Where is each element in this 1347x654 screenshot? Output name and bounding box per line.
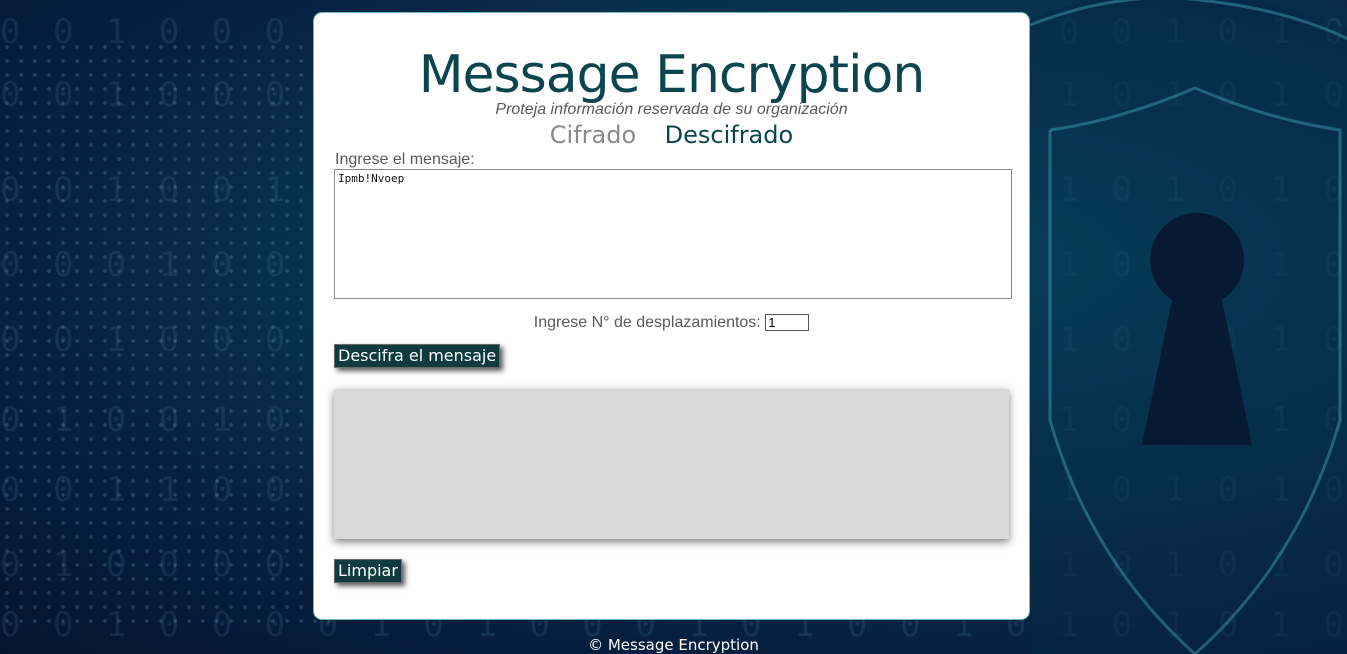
mode-tabs: Cifrado Descifrado bbox=[314, 121, 1029, 149]
page-subtitle: Proteja información reservada de su orga… bbox=[495, 101, 848, 118]
result-output bbox=[334, 389, 1009, 539]
shield-keyhole-icon bbox=[1029, 0, 1347, 654]
clear-button[interactable]: Limpiar bbox=[334, 559, 402, 583]
shift-row: Ingrese N° de desplazamientos: bbox=[314, 314, 1029, 332]
page-title: Message Encryption bbox=[418, 45, 926, 105]
tab-cifrado[interactable]: Cifrado bbox=[550, 121, 636, 149]
shift-input[interactable] bbox=[765, 314, 810, 332]
message-label: Ingrese el mensaje: bbox=[335, 151, 475, 168]
decrypt-button[interactable]: Descifra el mensaje bbox=[334, 344, 501, 368]
main-card: Message Encryption Proteja información r… bbox=[314, 13, 1029, 619]
footer-copyright: © Message Encryption bbox=[588, 636, 759, 654]
tab-descifrado[interactable]: Descifrado bbox=[665, 121, 794, 149]
dot-pattern bbox=[0, 40, 330, 630]
shift-label: Ingrese N° de desplazamientos: bbox=[533, 314, 761, 331]
message-input[interactable]: Ipmb!Nvoep bbox=[334, 169, 1012, 299]
